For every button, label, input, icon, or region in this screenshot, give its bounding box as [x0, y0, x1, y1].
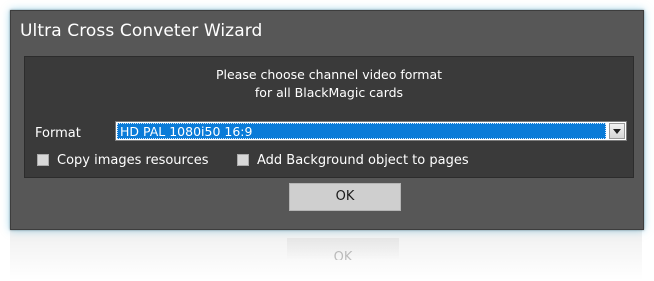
- add-background-checkbox[interactable]: Add Background object to pages: [237, 152, 469, 168]
- copy-images-checkbox[interactable]: Copy images resources: [37, 152, 209, 168]
- format-selected-value[interactable]: HD PAL 1080i50 16:9: [117, 123, 606, 139]
- format-select[interactable]: HD PAL 1080i50 16:9: [115, 121, 627, 141]
- dropdown-arrow-icon[interactable]: [609, 123, 625, 139]
- add-background-label: Add Background object to pages: [257, 152, 469, 168]
- checkbox-icon[interactable]: [237, 154, 249, 166]
- instruction-line-2: for all BlackMagic cards: [254, 85, 404, 100]
- wizard-dialog: Ultra Cross Conveter Wizard Please choos…: [10, 10, 644, 230]
- format-label: Format: [35, 126, 81, 141]
- ok-button[interactable]: OK: [289, 183, 401, 211]
- checkbox-icon[interactable]: [37, 154, 49, 166]
- window-title: Ultra Cross Conveter Wizard: [20, 21, 263, 41]
- window-reflection: OK: [10, 230, 642, 281]
- copy-images-label: Copy images resources: [57, 152, 209, 168]
- settings-panel: Please choose channel video format for a…: [24, 56, 634, 178]
- instruction-line-1: Please choose channel video format: [215, 67, 443, 82]
- ok-button-reflection: OK: [287, 238, 399, 260]
- instruction-text: Please choose channel video format for a…: [25, 66, 633, 102]
- title-bar[interactable]: Ultra Cross Conveter Wizard: [11, 11, 643, 53]
